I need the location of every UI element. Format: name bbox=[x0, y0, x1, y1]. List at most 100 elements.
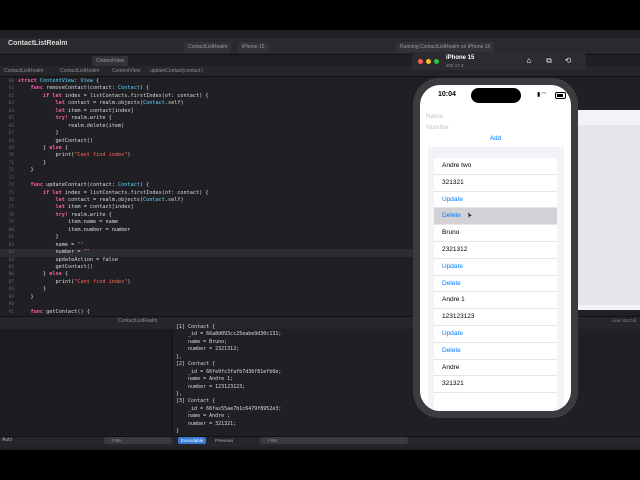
contact-field-text: Andre two bbox=[434, 158, 557, 175]
project-name[interactable]: ContactListRealm bbox=[8, 40, 68, 47]
code-line[interactable]: 73 bbox=[0, 175, 415, 182]
line-number: 63 bbox=[8, 101, 14, 107]
code-line[interactable]: 83 number = "" bbox=[0, 249, 415, 257]
add-button[interactable]: Add bbox=[420, 135, 571, 142]
code-line[interactable]: 84 updateAction = false bbox=[0, 257, 415, 264]
contact-field-text: 2321312 bbox=[434, 242, 557, 259]
scheme-tab[interactable]: ContactListRealm bbox=[184, 42, 232, 52]
line-number: 67 bbox=[8, 131, 14, 137]
line-number: 82 bbox=[8, 242, 14, 248]
code-line[interactable]: 65 try! realm.write { bbox=[0, 115, 415, 122]
code-text: } bbox=[18, 286, 47, 293]
console-line: _id = 66a8d093cc25eabe9d30c131; bbox=[176, 331, 282, 338]
variables-pane bbox=[0, 329, 173, 435]
code-text: realm.delete(item) bbox=[18, 122, 125, 129]
auto-variables-selector[interactable]: Auto bbox=[2, 437, 12, 443]
breadcrumb-file[interactable]: ContentView bbox=[112, 68, 140, 74]
number-field[interactable]: Number bbox=[426, 124, 449, 131]
contact-field-text: 321321 bbox=[434, 175, 557, 192]
code-line[interactable]: 77 let item = contact[index] bbox=[0, 204, 415, 211]
code-text: getContact() bbox=[18, 263, 93, 270]
breadcrumb-project[interactable]: ContactListRealm bbox=[4, 68, 43, 74]
code-text: item.name = name bbox=[18, 219, 118, 226]
breadcrumb-group[interactable]: ContactListRealm bbox=[60, 68, 99, 74]
update-button[interactable]: Update bbox=[434, 326, 557, 343]
line-number: 61 bbox=[8, 86, 14, 92]
row-label: Delete bbox=[442, 279, 461, 287]
code-line[interactable]: 78 try! realm.write { bbox=[0, 212, 415, 219]
output-executable-tab[interactable]: Executable bbox=[178, 437, 207, 444]
update-button[interactable]: Update bbox=[434, 259, 557, 276]
code-line[interactable]: 66 realm.delete(item) bbox=[0, 123, 415, 130]
code-line[interactable]: 74 func updateContact(contact: Contact) … bbox=[0, 182, 415, 189]
zoom-window-button[interactable] bbox=[434, 59, 439, 64]
cursor-position: Line: 83 Col bbox=[612, 318, 637, 323]
line-number: 81 bbox=[8, 235, 14, 241]
code-line[interactable]: 61 func removeContact(contact: Contact) … bbox=[0, 85, 415, 92]
row-label: Update bbox=[442, 195, 463, 203]
code-line[interactable]: 79 item.name = name bbox=[0, 219, 415, 226]
code-editor[interactable]: 60 struct ContentView: View {61 func remo… bbox=[0, 78, 415, 314]
delete-button[interactable]: Delete bbox=[434, 343, 557, 360]
rotate-icon[interactable]: ⟲ bbox=[563, 56, 573, 66]
code-text: item.number = number bbox=[18, 226, 131, 233]
home-icon[interactable]: ⌂ bbox=[524, 56, 534, 66]
contact-field-text: 321321 bbox=[434, 376, 557, 394]
console-filter-input[interactable]: Filter bbox=[260, 437, 408, 444]
output-previews-tab[interactable]: Previews bbox=[212, 437, 236, 444]
code-text: func updateContact(contact: Contact) { bbox=[30, 182, 150, 189]
line-number: 80 bbox=[8, 227, 14, 233]
close-window-button[interactable] bbox=[418, 59, 423, 64]
code-line[interactable]: 68 getContact() bbox=[0, 138, 415, 145]
update-button[interactable]: Update bbox=[434, 192, 557, 209]
code-text: updateAction = false bbox=[18, 256, 118, 263]
line-number: 64 bbox=[8, 108, 14, 114]
line-number: 75 bbox=[8, 190, 14, 196]
console-line: name = Andre ; bbox=[176, 413, 231, 420]
code-text: print("Cant find index") bbox=[18, 278, 131, 285]
line-number: 65 bbox=[8, 116, 14, 122]
code-line[interactable]: 87 print("Cant find index") bbox=[0, 279, 415, 286]
code-line[interactable]: 80 item.number = number bbox=[0, 227, 415, 234]
code-text: let item = contact[index] bbox=[55, 107, 134, 114]
code-line[interactable]: 86 } else { bbox=[0, 271, 415, 278]
delete-button[interactable]: Delete bbox=[434, 276, 557, 293]
code-line[interactable]: 75 if let index = listContacts.firstInde… bbox=[0, 190, 415, 197]
code-line[interactable]: 91 func getContact() { bbox=[0, 309, 415, 314]
code-text: print("Cant find index") bbox=[18, 152, 131, 159]
code-line[interactable]: 69 } else { bbox=[0, 145, 415, 152]
simulator-device-name: iPhone 15 bbox=[446, 55, 475, 61]
code-line[interactable]: 62 if let index = listContacts.firstInde… bbox=[0, 93, 415, 100]
code-line[interactable]: 88 } bbox=[0, 286, 415, 293]
line-number: 84 bbox=[8, 257, 14, 263]
code-line[interactable]: 63 let contact = realm.objects(Contact.s… bbox=[0, 100, 415, 107]
row-label: Bruno bbox=[442, 229, 460, 237]
code-text: let contact = realm.objects(Contact.self… bbox=[55, 100, 184, 107]
minimize-window-button[interactable] bbox=[426, 59, 431, 64]
variables-filter-input[interactable]: Filter bbox=[104, 437, 172, 444]
name-field[interactable]: Name bbox=[426, 113, 443, 120]
line-number: 91 bbox=[8, 309, 14, 314]
contact-list[interactable]: Andre two 321321 Update Delete Bruno 2321312 U… bbox=[434, 158, 557, 411]
destination-tab[interactable]: iPhone 15 bbox=[238, 42, 269, 52]
code-line[interactable]: 76 let contact = realm.objects(Contact.s… bbox=[0, 197, 415, 204]
code-line[interactable]: 89 } bbox=[0, 294, 415, 301]
battery-icon bbox=[555, 92, 566, 99]
breadcrumb-symbol[interactable]: updateContact(contact:) bbox=[150, 68, 203, 74]
code-line[interactable]: 64 let item = contact[index] bbox=[0, 108, 415, 115]
code-line[interactable]: 81 } bbox=[0, 234, 415, 241]
code-line[interactable]: 85 getContact() bbox=[0, 264, 415, 271]
screenshot-icon[interactable]: ⧉ bbox=[544, 56, 554, 66]
code-line[interactable]: 82 name = "" bbox=[0, 242, 415, 249]
code-line[interactable]: 90 bbox=[0, 301, 415, 308]
code-line[interactable]: 72 } bbox=[0, 167, 415, 174]
console-line: _id = 66fas55ae7b1c6479f8952e3; bbox=[176, 405, 282, 412]
code-line[interactable]: 70 print("Cant find index") bbox=[0, 152, 415, 159]
code-line[interactable]: 71 } bbox=[0, 160, 415, 167]
code-line[interactable]: 67 } bbox=[0, 130, 415, 137]
delete-button[interactable]: Delete bbox=[434, 208, 557, 226]
editor-tab-contentview[interactable]: ContentView bbox=[92, 56, 129, 66]
code-line[interactable]: 60 struct ContentView: View { bbox=[0, 78, 415, 85]
code-text: number = "" bbox=[18, 249, 90, 256]
console-output[interactable]: [1] Contact { _id = 66a8d093cc25eabe9d30… bbox=[176, 324, 416, 436]
